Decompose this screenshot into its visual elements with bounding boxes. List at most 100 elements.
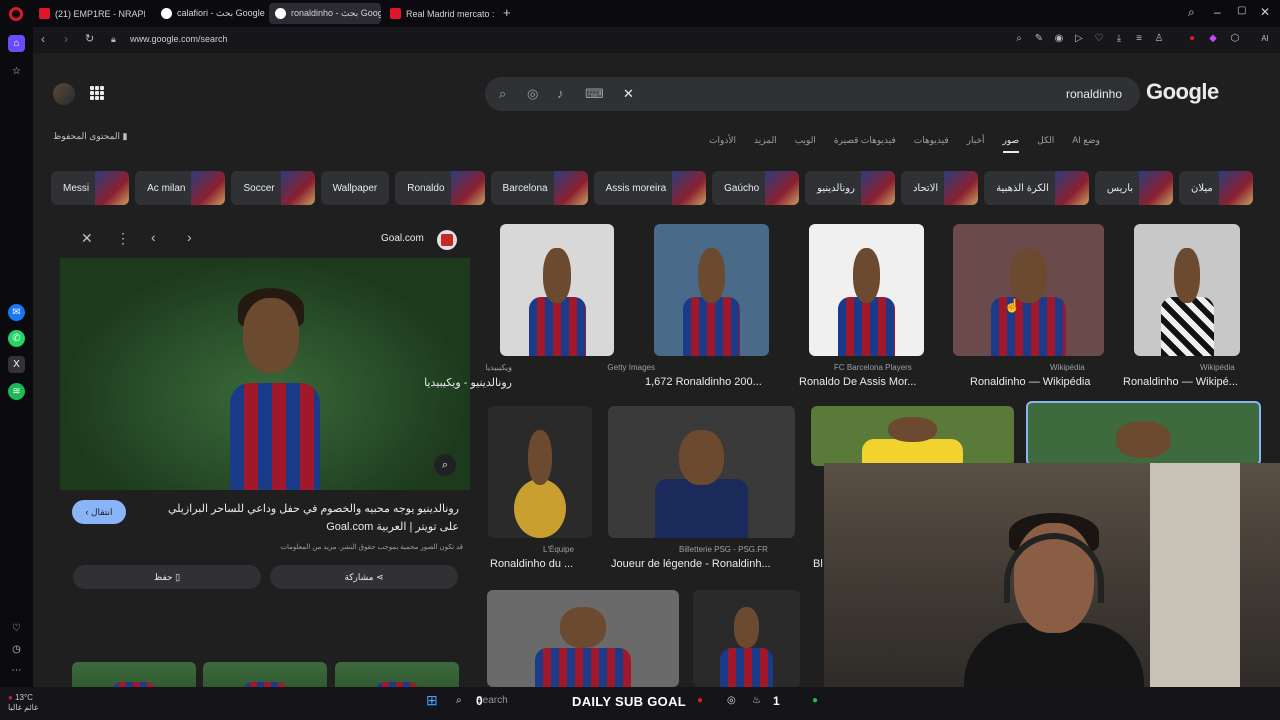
tab-ai-mode[interactable]: وضع AI	[1072, 135, 1100, 153]
taskbar-search-icon[interactable]: ⌕	[456, 695, 462, 706]
bookmark-heart-icon[interactable]: ♡	[1093, 33, 1105, 45]
chip-barcelona[interactable]: Barcelona	[490, 171, 588, 205]
back-icon[interactable]: ‹	[41, 32, 45, 46]
opera-taskbar-icon[interactable]: ●	[697, 695, 703, 706]
close-preview-icon[interactable]: ✕	[81, 230, 93, 247]
pinboard-icon[interactable]: ☆	[8, 63, 25, 80]
chip-ac-milan[interactable]: Ac milan	[135, 171, 226, 205]
apps-grid-icon[interactable]	[90, 86, 104, 100]
download-icon[interactable]: ⤓	[1113, 33, 1125, 45]
heart-icon[interactable]: ♡	[8, 620, 25, 637]
taskbar-app-icon[interactable]: ◎	[727, 695, 736, 706]
chip-ronaldinho-ar[interactable]: رونالدينيو	[805, 171, 895, 205]
minimize-icon[interactable]: –	[1214, 5, 1221, 19]
google-logo[interactable]: Google	[1146, 79, 1219, 105]
profile-icon[interactable]: ♙	[1153, 33, 1165, 45]
lens-icon[interactable]: ◎	[527, 86, 538, 102]
save-button[interactable]: حفظ ▯	[73, 565, 261, 589]
share-button[interactable]: مشاركة ⋖	[270, 565, 458, 589]
tab-more[interactable]: المزيد	[754, 135, 777, 153]
x-twitter-icon[interactable]: X	[8, 356, 25, 373]
related-thumbnail[interactable]	[72, 662, 196, 687]
messenger-icon[interactable]: ✉	[8, 304, 25, 321]
edit-icon[interactable]: ✎	[1033, 33, 1045, 45]
windows-start-icon[interactable]: ⊞	[426, 692, 438, 709]
chip-messi[interactable]: Messi	[51, 171, 130, 205]
result-image[interactable]	[693, 590, 800, 687]
clear-icon[interactable]: ✕	[623, 86, 634, 102]
tab-short-videos[interactable]: فيديوهات قصيرة	[834, 135, 896, 153]
close-window-icon[interactable]: ✕	[1260, 5, 1270, 19]
history-icon[interactable]: ◷	[8, 641, 25, 658]
preview-title[interactable]: رونالدينيو يوجه محبيه والخصوم في حفل ودا…	[153, 500, 459, 536]
lens-search-icon[interactable]: ⌕	[434, 454, 456, 476]
avatar[interactable]	[53, 83, 75, 105]
steam-icon[interactable]: ♨	[752, 695, 761, 706]
maximize-icon[interactable]: ▢	[1237, 5, 1246, 16]
search-page-icon[interactable]: ⌕	[1013, 33, 1025, 45]
menu-icon[interactable]: ≡	[1133, 33, 1145, 45]
camera-icon[interactable]: ◉	[1053, 33, 1065, 45]
search-tabs-icon[interactable]: ⌕	[1188, 5, 1195, 20]
preview-source[interactable]: Goal.com	[381, 233, 424, 244]
tab-real-madrid[interactable]: Real Madrid mercato : Un	[384, 3, 496, 24]
tab-web[interactable]: الويب	[795, 135, 816, 153]
more-options-icon[interactable]: ⋮	[116, 230, 130, 247]
extensions-icon[interactable]: ⬡	[1229, 33, 1241, 45]
next-icon[interactable]: ›	[187, 229, 192, 245]
adblock-icon[interactable]: ●	[1186, 33, 1198, 45]
tab-all[interactable]: الكل	[1037, 135, 1054, 153]
chip-ronaldo[interactable]: Ronaldo	[395, 171, 485, 205]
tab-news[interactable]: أخبار	[967, 135, 985, 153]
chip-milan-ar[interactable]: ميلان	[1179, 171, 1253, 205]
result-image[interactable]	[608, 406, 795, 538]
chip-gaucho[interactable]: Gaúcho	[712, 171, 800, 205]
related-thumbnail[interactable]	[335, 662, 459, 687]
visit-button[interactable]: ‹ انتقال	[72, 500, 126, 524]
vpn-icon[interactable]: ◆	[1207, 33, 1219, 45]
home-icon[interactable]: ⌂	[8, 35, 25, 52]
reload-icon[interactable]: ↻	[85, 32, 94, 45]
result-image[interactable]	[1134, 224, 1240, 356]
result-image[interactable]	[809, 224, 924, 356]
chip-ittihad[interactable]: الاتحاد	[900, 171, 979, 205]
spotify-icon[interactable]: ≋	[8, 383, 25, 400]
opera-logo-icon[interactable]	[9, 7, 23, 21]
forward-icon[interactable]: ›	[64, 32, 68, 46]
more-icon[interactable]: ⋯	[8, 662, 25, 679]
weather-widget[interactable]: ● 13°C غائم غالبا	[8, 693, 38, 713]
url-field[interactable]: www.google.com/search	[130, 34, 228, 44]
related-thumbnail[interactable]	[203, 662, 327, 687]
chip-assis-moreira[interactable]: Assis moreira	[593, 171, 707, 205]
previous-icon[interactable]: ‹	[151, 229, 156, 245]
search-box[interactable]: ⌕ ◎ ♪ ⌨ ✕ ronaldinho	[485, 77, 1140, 111]
tab-empire[interactable]: (21) EMP1RE - NRAPI NGI	[33, 3, 145, 24]
microphone-icon[interactable]: ♪	[557, 86, 564, 101]
saved-content-link[interactable]: المحتوى المحفوظ ▮	[53, 131, 127, 142]
copyright-note[interactable]: قد تكون الصور محمية بموجب حقوق النشر. مز…	[280, 543, 463, 551]
tab-tools[interactable]: الأدوات	[709, 135, 736, 153]
tab-videos[interactable]: فيديوهات	[914, 135, 949, 153]
chip-soccer[interactable]: Soccer	[231, 171, 315, 205]
result-image[interactable]	[654, 224, 769, 356]
spotify-taskbar-icon[interactable]: ●	[812, 695, 818, 706]
tab-ronaldinho[interactable]: ronaldinho - بحث Google	[269, 3, 381, 24]
new-tab-icon[interactable]: +	[503, 5, 511, 20]
whatsapp-icon[interactable]: ✆	[8, 330, 25, 347]
result-image[interactable]	[488, 406, 592, 538]
result-image[interactable]	[487, 590, 679, 687]
tab-images[interactable]: صور	[1002, 135, 1020, 153]
chip-wallpaper[interactable]: Wallpaper	[320, 171, 390, 205]
play-icon[interactable]: ▷	[1073, 33, 1085, 45]
ai-icon[interactable]: AI	[1253, 33, 1277, 45]
result-image[interactable]	[953, 224, 1104, 356]
keyboard-icon[interactable]: ⌨	[585, 86, 604, 102]
search-icon[interactable]: ⌕	[499, 86, 506, 102]
tab-calafiori[interactable]: calafiori - بحث Google	[155, 3, 267, 24]
chip-paris[interactable]: باريس	[1094, 171, 1174, 205]
result-image[interactable]	[811, 406, 1014, 466]
result-image[interactable]	[1026, 401, 1261, 466]
preview-image[interactable]: ⌕	[60, 258, 470, 490]
search-input[interactable]: ronaldinho	[1066, 87, 1122, 101]
chip-ballon-dor[interactable]: الكرة الذهبية	[984, 171, 1089, 205]
